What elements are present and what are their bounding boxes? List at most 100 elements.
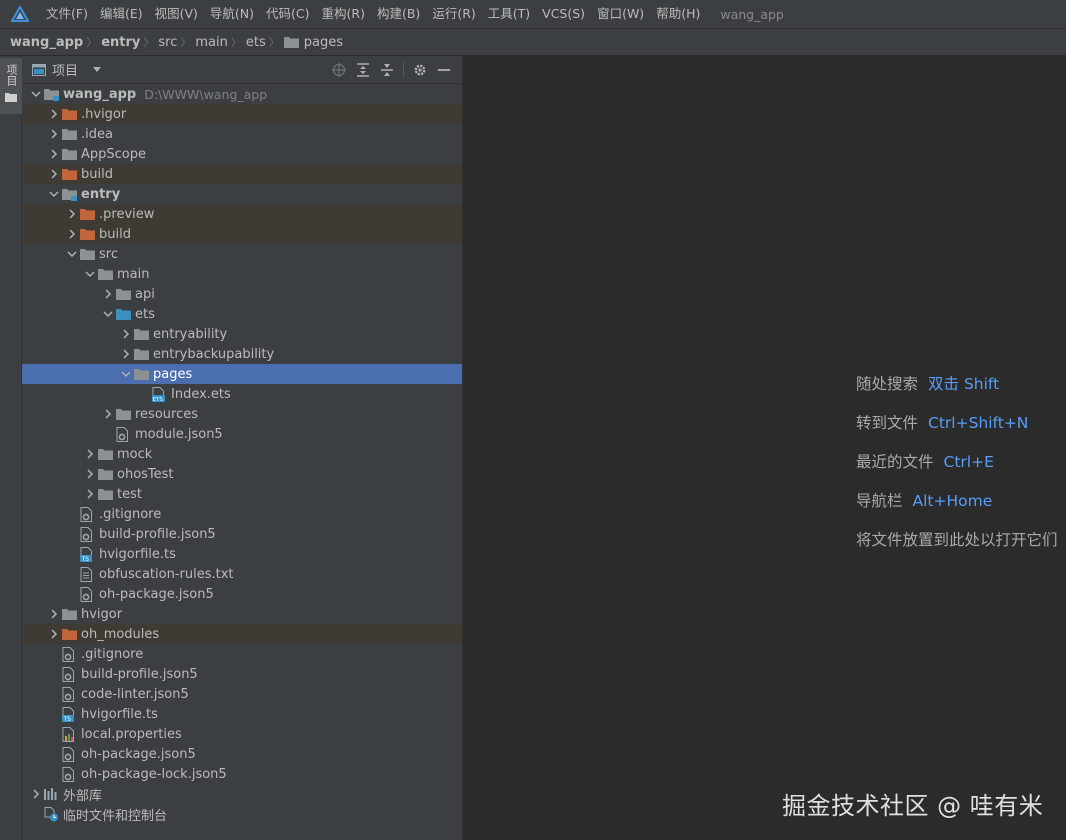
menu-refactor[interactable]: 重构(R) [316,0,371,28]
chevron-down-icon[interactable] [118,364,134,384]
chevron-right-icon[interactable] [100,404,116,424]
project-tool-tab[interactable]: 项目 [0,58,22,114]
tree-node-oh-modules[interactable]: oh_modules [22,624,462,644]
folder-icon [98,444,116,464]
folder-icon [116,284,134,304]
chevron-right-icon[interactable] [82,464,98,484]
tree-node-local-properties[interactable]: local.properties [22,724,462,744]
tree-node-hvigorfile[interactable]: TS hvigorfile.ts [22,704,462,724]
tree-node-idea[interactable]: .idea [22,124,462,144]
chevron-right-icon[interactable] [64,204,80,224]
editor-empty-area[interactable]: 随处搜索 双击 Shift 转到文件 Ctrl+Shift+N 最近的文件 Ctrl+… [464,56,1066,840]
chevron-right-icon[interactable] [46,604,62,624]
tree-node-api[interactable]: api [22,284,462,304]
minimize-icon[interactable] [432,58,456,82]
menu-build[interactable]: 构建(B) [371,0,426,28]
folder-icon [134,324,152,344]
breadcrumb: wang_app 〉 entry 〉 src 〉 main 〉 ets 〉 pa… [0,28,1066,56]
tree-node-pages[interactable]: pages [22,364,462,384]
tip-goto-file: 转到文件 Ctrl+Shift+N [856,411,1028,433]
tree-node-label: entryability [153,326,228,342]
tree-node-label: hvigorfile.ts [99,546,176,562]
chevron-right-icon[interactable] [82,484,98,504]
chevron-down-icon[interactable] [100,304,116,324]
chevron-right-icon[interactable] [82,444,98,464]
menu-code[interactable]: 代码(C) [260,0,315,28]
tree-node-wang-app[interactable]: wang_app D:\WWW\wang_app [22,84,462,104]
chevron-right-icon[interactable] [46,104,62,124]
collapse-all-icon[interactable] [375,58,399,82]
chevron-right-icon[interactable] [118,344,134,364]
menu-navigate[interactable]: 导航(N) [204,0,260,28]
tree-node-test[interactable]: test [22,484,462,504]
chevron-right-icon[interactable] [100,284,116,304]
tree-node-preview[interactable]: .preview [22,204,462,224]
folder-icon [62,124,80,144]
tree-node-label: api [135,286,155,302]
tree-node-entryability[interactable]: entryability [22,324,462,344]
tree-node-main[interactable]: main [22,264,462,284]
breadcrumb-item[interactable]: entry [101,35,140,50]
tree-node-oh-package-lock[interactable]: oh-package-lock.json5 [22,764,462,784]
chevron-down-icon[interactable] [82,264,98,284]
chevron-right-icon[interactable] [118,324,134,344]
chevron-down-icon[interactable] [46,184,62,204]
tree-node-hvigor[interactable]: hvigor [22,604,462,624]
tree-node-entry-oh-package[interactable]: oh-package.json5 [22,584,462,604]
tree-node-external-libraries[interactable]: 外部库 [22,784,462,804]
menu-tools[interactable]: 工具(T) [482,0,536,28]
chevron-right-icon[interactable] [46,164,62,184]
tree-node-gitignore[interactable]: .gitignore [22,644,462,664]
tree-node-resources[interactable]: resources [22,404,462,424]
tree-node-index-ets[interactable]: ETS Index.ets [22,384,462,404]
tree-node-label: build-profile.json5 [81,666,198,682]
config-file-icon [62,644,80,664]
menu-window[interactable]: 窗口(W) [591,0,650,28]
locate-icon[interactable] [327,58,351,82]
tree-node-build[interactable]: build [22,164,462,184]
tree-node-ohostest[interactable]: ohosTest [22,464,462,484]
tree-node-entry-build[interactable]: build [22,224,462,244]
config-file-icon [62,664,80,684]
breadcrumb-item[interactable]: ets [246,35,266,50]
excluded-folder-icon [80,224,98,244]
expand-all-icon[interactable] [351,58,375,82]
tree-node-entrybackupability[interactable]: entrybackupability [22,344,462,364]
config-file-icon [116,424,134,444]
chevron-right-icon[interactable] [64,224,80,244]
menu-vcs[interactable]: VCS(S) [536,0,591,28]
chevron-down-icon[interactable] [28,84,44,104]
chevron-right-icon[interactable] [46,624,62,644]
menu-edit[interactable]: 编辑(E) [94,0,149,28]
tree-node-appscope[interactable]: AppScope [22,144,462,164]
tree-node-mock[interactable]: mock [22,444,462,464]
menu-help[interactable]: 帮助(H) [650,0,706,28]
chevron-right-icon[interactable] [46,124,62,144]
tree-node-build-profile[interactable]: build-profile.json5 [22,664,462,684]
chevron-right-icon[interactable] [46,144,62,164]
chevron-down-icon[interactable] [92,66,102,74]
menu-view[interactable]: 视图(V) [149,0,204,28]
tree-node-module-json5[interactable]: module.json5 [22,424,462,444]
tree-node-entry[interactable]: entry [22,184,462,204]
tree-node-oh-package[interactable]: oh-package.json5 [22,744,462,764]
menu-run[interactable]: 运行(R) [426,0,481,28]
tree-node-entry-gitignore[interactable]: .gitignore [22,504,462,524]
gear-icon[interactable] [408,58,432,82]
tree-node-src[interactable]: src [22,244,462,264]
breadcrumb-item-pages[interactable]: pages [283,35,343,50]
tree-node-hvigor-cache[interactable]: .hvigor [22,104,462,124]
menu-file[interactable]: 文件(F) [40,0,94,28]
breadcrumb-item[interactable]: wang_app [10,35,83,50]
tree-node-ets[interactable]: ets [22,304,462,324]
tree-node-scratches[interactable]: 临时文件和控制台 [22,804,462,824]
tree-node-code-linter[interactable]: code-linter.json5 [22,684,462,704]
breadcrumb-item[interactable]: main [195,35,227,50]
tree-node-label: main [117,266,150,282]
chevron-down-icon[interactable] [64,244,80,264]
tree-node-obfuscation-rules[interactable]: obfuscation-rules.txt [22,564,462,584]
breadcrumb-item[interactable]: src [158,35,177,50]
chevron-right-icon[interactable] [28,784,44,804]
tree-node-entry-hvigorfile[interactable]: TS hvigorfile.ts [22,544,462,564]
tree-node-entry-build-profile[interactable]: build-profile.json5 [22,524,462,544]
